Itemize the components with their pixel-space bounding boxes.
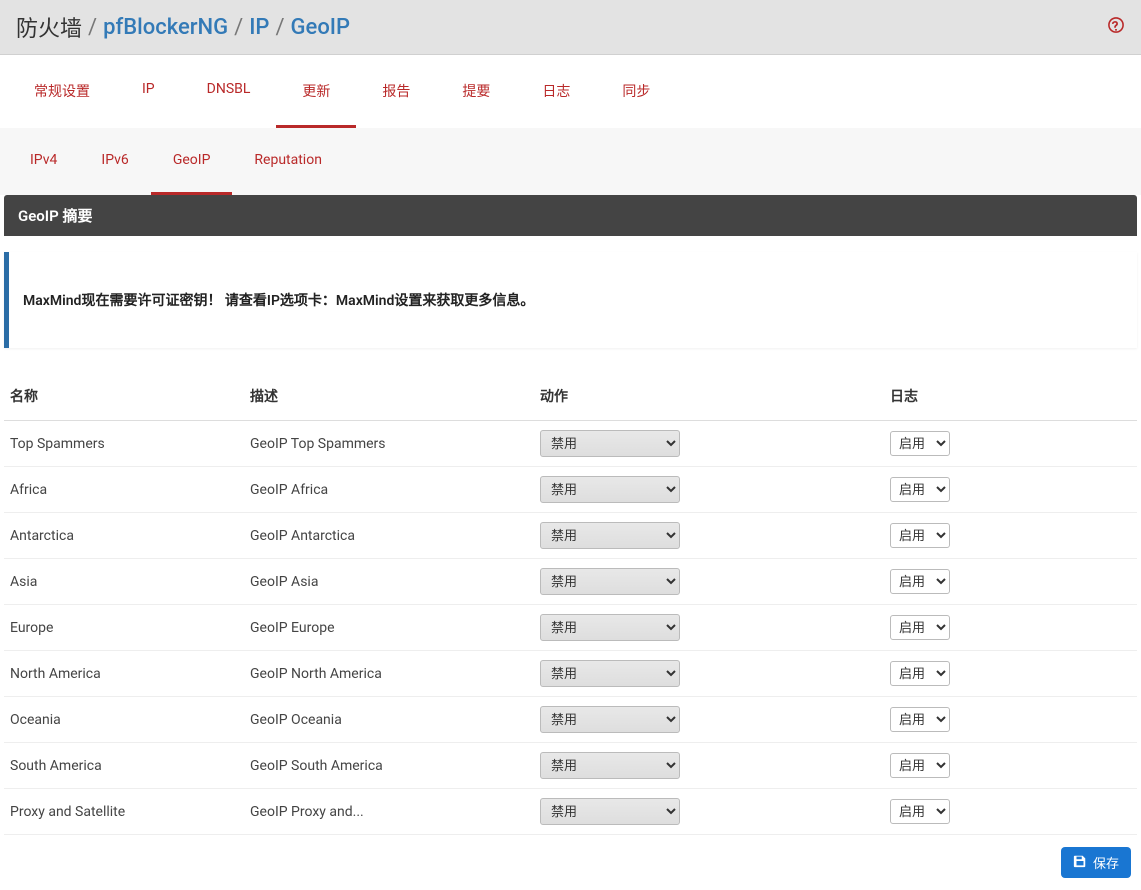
log-select[interactable]: 启用 [890, 477, 950, 502]
subtab-geoip[interactable]: GeoIP [151, 128, 233, 195]
subtab-ipv6[interactable]: IPv6 [79, 128, 150, 195]
cell-desc: GeoIP Africa [244, 467, 534, 513]
table-row: AntarcticaGeoIP Antarctica禁用 启用 [4, 513, 1137, 559]
cell-desc: GeoIP Proxy and... [244, 789, 534, 835]
breadcrumb-sep: / [275, 15, 284, 40]
th-name: 名称 [4, 378, 244, 421]
action-select[interactable]: 禁用 [540, 660, 680, 687]
cell-name: Africa [4, 467, 244, 513]
breadcrumb-root[interactable]: 防火墙 [16, 11, 82, 43]
log-select[interactable]: 启用 [890, 431, 950, 456]
cell-name: Oceania [4, 697, 244, 743]
cell-action: 禁用 [534, 789, 884, 835]
cell-log: 启用 [884, 697, 1137, 743]
table-row: OceaniaGeoIP Oceania禁用 启用 [4, 697, 1137, 743]
cell-name: Proxy and Satellite [4, 789, 244, 835]
cell-action: 禁用 [534, 743, 884, 789]
tab-报告[interactable]: 报告 [356, 55, 436, 128]
cell-desc: GeoIP Top Spammers [244, 421, 534, 467]
cell-name: South America [4, 743, 244, 789]
save-button-label: 保存 [1093, 853, 1119, 872]
action-select[interactable]: 禁用 [540, 614, 680, 641]
help-icon[interactable] [1107, 16, 1125, 38]
cell-action: 禁用 [534, 697, 884, 743]
cell-log: 启用 [884, 467, 1137, 513]
table-row: Proxy and SatelliteGeoIP Proxy and...禁用 启… [4, 789, 1137, 835]
subtab-reputation[interactable]: Reputation [232, 128, 344, 195]
breadcrumb-link-ip[interactable]: IP [249, 15, 269, 40]
cell-desc: GeoIP North America [244, 651, 534, 697]
sub-tabs: IPv4IPv6GeoIPReputation [0, 128, 1141, 195]
subtab-ipv4[interactable]: IPv4 [8, 128, 79, 195]
log-select[interactable]: 启用 [890, 523, 950, 548]
cell-log: 启用 [884, 789, 1137, 835]
action-select[interactable]: 禁用 [540, 522, 680, 549]
cell-desc: GeoIP Europe [244, 605, 534, 651]
table-row: AsiaGeoIP Asia禁用 启用 [4, 559, 1137, 605]
cell-action: 禁用 [534, 651, 884, 697]
log-select[interactable]: 启用 [890, 661, 950, 686]
log-select[interactable]: 启用 [890, 799, 950, 824]
breadcrumb-link-pfblockerng[interactable]: pfBlockerNG [103, 15, 228, 40]
cell-desc: GeoIP South America [244, 743, 534, 789]
cell-name: North America [4, 651, 244, 697]
tab-日志[interactable]: 日志 [516, 55, 596, 128]
breadcrumb-link-geoip[interactable]: GeoIP [291, 15, 351, 40]
table-row: North AmericaGeoIP North America禁用 启用 [4, 651, 1137, 697]
action-select[interactable]: 禁用 [540, 568, 680, 595]
breadcrumb-sep: / [88, 15, 97, 40]
cell-action: 禁用 [534, 421, 884, 467]
cell-log: 启用 [884, 559, 1137, 605]
cell-name: Asia [4, 559, 244, 605]
table-row: Top SpammersGeoIP Top Spammers禁用 启用 [4, 421, 1137, 467]
breadcrumb: 防火墙 / pfBlockerNG / IP / GeoIP [16, 11, 350, 43]
cell-name: Antarctica [4, 513, 244, 559]
cell-name: Europe [4, 605, 244, 651]
cell-action: 禁用 [534, 559, 884, 605]
th-desc: 描述 [244, 378, 534, 421]
tab-同步[interactable]: 同步 [596, 55, 676, 128]
alert-maxmind-key: MaxMind现在需要许可证密钥！ 请查看IP选项卡：MaxMind设置来获取更… [4, 252, 1137, 348]
action-select[interactable]: 禁用 [540, 476, 680, 503]
action-select[interactable]: 禁用 [540, 706, 680, 733]
cell-action: 禁用 [534, 513, 884, 559]
table-row: AfricaGeoIP Africa禁用 启用 [4, 467, 1137, 513]
log-select[interactable]: 启用 [890, 707, 950, 732]
th-log: 日志 [884, 378, 1137, 421]
cell-name: Top Spammers [4, 421, 244, 467]
tab-常规设置[interactable]: 常规设置 [8, 55, 116, 128]
cell-action: 禁用 [534, 467, 884, 513]
geoip-table: 名称 描述 动作 日志 Top SpammersGeoIP Top Spamme… [4, 378, 1137, 835]
cell-log: 启用 [884, 743, 1137, 789]
panel-heading: GeoIP 摘要 [4, 195, 1137, 236]
cell-log: 启用 [884, 421, 1137, 467]
page-header: 防火墙 / pfBlockerNG / IP / GeoIP [0, 0, 1141, 55]
table-row: South AmericaGeoIP South America禁用 启用 [4, 743, 1137, 789]
cell-action: 禁用 [534, 605, 884, 651]
cell-desc: GeoIP Oceania [244, 697, 534, 743]
panel-body: MaxMind现在需要许可证密钥！ 请查看IP选项卡：MaxMind设置来获取更… [4, 252, 1137, 835]
cell-log: 启用 [884, 605, 1137, 651]
cell-desc: GeoIP Asia [244, 559, 534, 605]
tab-更新[interactable]: 更新 [276, 55, 356, 128]
action-select[interactable]: 禁用 [540, 430, 680, 457]
main-tabs: 常规设置IPDNSBL更新报告提要日志同步 [0, 55, 1141, 128]
action-select[interactable]: 禁用 [540, 752, 680, 779]
cell-log: 启用 [884, 651, 1137, 697]
breadcrumb-sep: / [234, 15, 243, 40]
action-bar: 保存 [0, 835, 1141, 890]
log-select[interactable]: 启用 [890, 615, 950, 640]
save-icon [1073, 854, 1087, 871]
log-select[interactable]: 启用 [890, 753, 950, 778]
th-action: 动作 [534, 378, 884, 421]
save-button[interactable]: 保存 [1061, 847, 1131, 878]
table-row: EuropeGeoIP Europe禁用 启用 [4, 605, 1137, 651]
cell-log: 启用 [884, 513, 1137, 559]
log-select[interactable]: 启用 [890, 569, 950, 594]
tab-提要[interactable]: 提要 [436, 55, 516, 128]
cell-desc: GeoIP Antarctica [244, 513, 534, 559]
tab-DNSBL[interactable]: DNSBL [181, 55, 277, 128]
tab-IP[interactable]: IP [116, 55, 181, 128]
action-select[interactable]: 禁用 [540, 798, 680, 825]
